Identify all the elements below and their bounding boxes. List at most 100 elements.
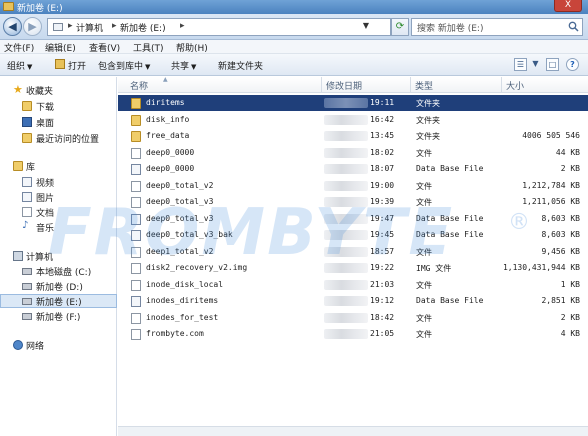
file-row[interactable]: inodes_for_test 18:42 文件 2 KB [118,310,588,326]
sort-arrow-icon: ▲ [163,76,168,83]
file-icon [131,246,141,258]
close-button[interactable]: X [554,0,582,12]
redacted-date [324,180,368,191]
column-divider[interactable] [321,77,322,93]
nav-label: 下载 [36,103,55,113]
nav-drive-c[interactable]: 本地磁盘 (C:) [0,264,117,278]
file-size: 8,603 KB [541,230,580,239]
horizontal-scrollbar[interactable] [118,426,588,436]
nav-network[interactable]: 网络 [0,338,117,352]
refresh-button[interactable]: ⟳ [391,18,409,36]
file-row[interactable]: diritems 19:11 文件夹 [118,95,588,111]
file-row[interactable]: deep0_total_v2 19:00 文件 1,212,784 KB [118,178,588,194]
open-button[interactable]: 打开 [68,59,86,72]
column-size[interactable]: 大小 [506,79,524,92]
file-list: ▲ 名称 修改日期 类型 大小 diritems 19:11 文件夹 disk_inf… [118,76,588,436]
file-row[interactable]: deep0_0000 18:07 Data Base File 2 KB [118,161,588,177]
menu-view[interactable]: 查看(V) [89,41,120,54]
file-icon [131,263,141,274]
back-button[interactable]: ◀ [3,17,22,36]
menu-help[interactable]: 帮助(H) [176,41,208,54]
nav-videos[interactable]: 视频 [0,175,117,189]
menu-edit[interactable]: 编辑(E) [45,41,76,54]
file-name: deep1_total_v2 [146,246,214,256]
nav-downloads[interactable]: 下载 [0,99,117,113]
file-type: Data Base File [416,230,484,239]
search-placeholder: 搜索 新加卷 (E:) [417,24,484,34]
file-row[interactable]: inodes_diritems 19:12 Data Base File 2,851 … [118,293,588,309]
chevron-down-icon: ▼ [145,63,151,71]
column-divider[interactable] [501,77,502,93]
file-name: deep0_total_v3_bak [146,230,233,239]
file-icon [131,164,141,175]
menu-tools[interactable]: 工具(T) [133,41,164,54]
column-date[interactable]: 修改日期 [326,79,362,92]
nav-music[interactable]: ♪ 音乐 [0,220,117,234]
file-time: 13:45 [370,131,395,140]
file-size: 4006 505 546 [522,131,580,140]
nav-libraries[interactable]: 库 [0,159,117,173]
file-type: Data Base File [416,213,484,223]
nav-pictures[interactable]: 图片 [0,190,117,204]
nav-label: 收藏夹 [26,87,54,97]
file-name: deep0_total_v2 [146,180,214,190]
breadcrumb-current-drive[interactable]: 新加卷 (E:) [120,21,166,34]
nav-label: 图片 [36,194,55,204]
file-row[interactable]: deep0_total_v3 19:39 文件 1,211,056 KB [118,194,588,210]
column-name[interactable]: 名称 [130,79,148,92]
share-button[interactable]: 共享 ▼ [171,59,196,72]
file-name: inodes_for_test [146,312,219,322]
file-size: 1,130,431,944 KB [502,263,580,272]
nav-computer[interactable]: 计算机 [0,249,117,263]
column-type[interactable]: 类型 [415,79,433,92]
file-row[interactable]: disk2_recovery_v2.img 19:22 IMG 文件 1,130,43… [118,260,588,276]
file-type: 文件夹 [416,115,440,125]
nav-drive-d[interactable]: 新加卷 (D:) [0,279,117,293]
organize-button[interactable]: 组织 ▼ [7,59,32,72]
include-in-library-button[interactable]: 包含到库中 ▼ [98,59,150,72]
nav-drive-e[interactable]: 新加卷 (E:) [0,294,117,308]
file-row[interactable]: deep1_total_v2 18:57 文件 9,456 KB [118,244,588,260]
preview-pane-icon[interactable]: □ [546,58,559,71]
file-row[interactable]: deep0_0000 18:02 文件 44 KB [118,145,588,161]
downloads-icon [22,101,32,111]
view-options-icon[interactable]: ☰ [514,58,527,71]
file-time: 21:05 [370,329,395,338]
nav-favorites[interactable]: ★ 收藏夹 [0,83,117,97]
breadcrumb-separator: ▸ [180,21,185,31]
document-icon [22,207,32,217]
new-folder-button[interactable]: 新建文件夹 [218,59,263,72]
help-icon[interactable]: ? [566,58,579,71]
file-name: deep0_total_v3 [146,213,214,223]
chevron-down-icon[interactable]: ▼ [529,58,542,71]
column-divider[interactable] [410,77,411,93]
computer-icon [13,251,23,261]
redacted-date [324,329,368,339]
search-icon[interactable] [568,21,579,32]
file-type: 文件 [416,247,432,257]
address-bar[interactable]: ▸ 计算机 ▸ 新加卷 (E:) ▸ ▼ [47,18,391,36]
file-icon [131,197,141,208]
nav-recent-places[interactable]: 最近访问的位置 [0,131,117,145]
file-row[interactable]: disk_info 16:42 文件夹 [118,112,588,128]
nav-drive-f[interactable]: 新加卷 (F:) [0,309,117,323]
breadcrumb-computer[interactable]: 计算机 [76,21,103,34]
redacted-date [324,263,368,273]
file-type: 文件 [416,148,432,158]
nav-desktop[interactable]: 桌面 [0,115,117,129]
file-row[interactable]: frombyte.com 21:05 文件 4 KB [118,326,588,342]
nav-documents[interactable]: 文档 [0,205,117,219]
forward-button[interactable]: ▶ [23,17,42,36]
open-icon [55,59,65,69]
search-input[interactable]: 搜索 新加卷 (E:) [411,18,583,36]
menu-file[interactable]: 文件(F) [4,41,34,54]
file-icon [131,230,141,241]
redacted-date [324,213,368,224]
file-row[interactable]: free_data 13:45 文件夹 4006 505 546 [118,128,588,144]
file-type: Data Base File [416,296,484,305]
file-icon [131,312,141,324]
chevron-down-icon[interactable]: ▼ [363,21,369,30]
file-type: IMG 文件 [416,264,452,273]
file-name: diritems [146,98,185,107]
file-row[interactable]: inode_disk_local 21:03 文件 1 KB [118,277,588,293]
